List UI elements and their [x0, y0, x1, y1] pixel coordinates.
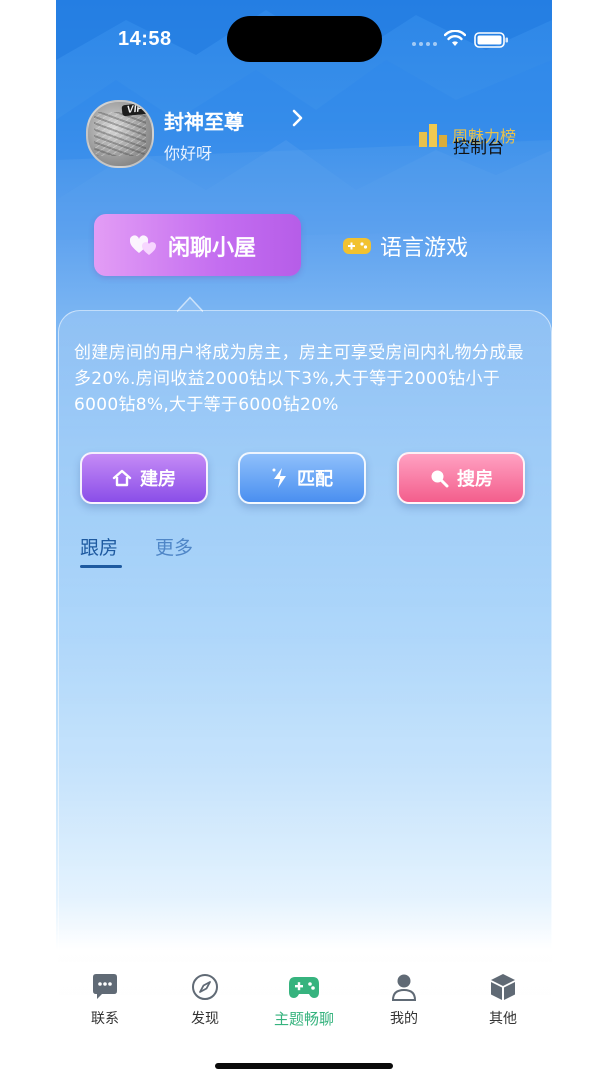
build-room-button[interactable]: 建房 — [80, 452, 208, 504]
home-indicator[interactable] — [215, 1063, 393, 1069]
app-screen: 14:58 VIP 封神至尊 你好呀 周魅力榜 控制台 闲聊小屋 语言游戏 创建… — [56, 0, 552, 1080]
compass-icon — [192, 974, 218, 1000]
room-owner-description: 创建房间的用户将成为房主，房主可享受房间内礼物分成最多20%.房间收益2000钻… — [74, 343, 524, 415]
room-category-tabs: 闲聊小屋 语言游戏 — [94, 214, 514, 276]
tab-more[interactable]: 更多 — [155, 533, 193, 560]
house-icon — [112, 469, 132, 487]
tab-chat-room-label: 闲聊小屋 — [168, 236, 257, 261]
build-room-label: 建房 — [140, 469, 176, 490]
chat-bubble-icon — [93, 974, 117, 999]
avatar[interactable]: VIP — [86, 100, 154, 168]
nav-contact-label: 联系 — [91, 1011, 119, 1027]
active-tab-underline — [80, 565, 122, 568]
tab-follow-room[interactable]: 跟房 — [80, 533, 118, 560]
nav-topic-chat[interactable]: 主题畅聊 — [259, 972, 349, 1032]
bottom-tab-bar: 联系 发现 主题畅聊 我的 其他 — [56, 962, 552, 1042]
nav-discover[interactable]: 发现 — [160, 972, 250, 1032]
nav-mine-label: 我的 — [390, 1011, 418, 1027]
user-greeting: 你好呀 — [164, 144, 213, 163]
tab-chat-room[interactable]: 闲聊小屋 — [94, 214, 301, 276]
lightning-icon — [272, 468, 286, 488]
nav-other[interactable]: 其他 — [458, 972, 548, 1032]
nav-discover-label: 发现 — [191, 1011, 219, 1027]
search-room-label: 搜房 — [457, 469, 493, 490]
cellular-signal-icon — [412, 42, 437, 46]
wifi-icon — [444, 30, 466, 46]
hearts-icon — [130, 235, 156, 255]
user-nickname[interactable]: 封神至尊 — [164, 106, 244, 135]
tab-pointer — [177, 296, 203, 312]
search-room-button[interactable]: 搜房 — [397, 452, 525, 504]
box-icon — [491, 974, 515, 1000]
tab-language-game-label: 语言游戏 — [380, 236, 469, 261]
person-icon — [391, 974, 417, 1001]
nav-other-label: 其他 — [489, 1011, 517, 1027]
room-list-tabs: 跟房 更多 — [80, 533, 280, 573]
status-bar: 14:58 — [56, 0, 552, 80]
gamepad-icon — [289, 977, 319, 998]
chevron-right-icon[interactable] — [291, 108, 305, 128]
match-label: 匹配 — [297, 469, 333, 490]
status-time: 14:58 — [118, 28, 172, 50]
nav-contact[interactable]: 联系 — [60, 972, 150, 1032]
gamepad-icon — [343, 238, 371, 254]
magnifier-icon — [431, 470, 449, 488]
nav-mine[interactable]: 我的 — [359, 972, 449, 1032]
nav-topic-chat-label: 主题畅聊 — [273, 1010, 334, 1028]
console-link[interactable]: 控制台 — [453, 133, 504, 158]
podium-icon — [419, 124, 447, 147]
page-canvas: 14:58 VIP 封神至尊 你好呀 周魅力榜 控制台 闲聊小屋 语言游戏 创建… — [0, 0, 607, 1080]
battery-icon — [474, 32, 508, 48]
match-button[interactable]: 匹配 — [238, 452, 366, 504]
tab-language-game[interactable]: 语言游戏 — [334, 214, 514, 276]
dynamic-island — [227, 16, 382, 62]
